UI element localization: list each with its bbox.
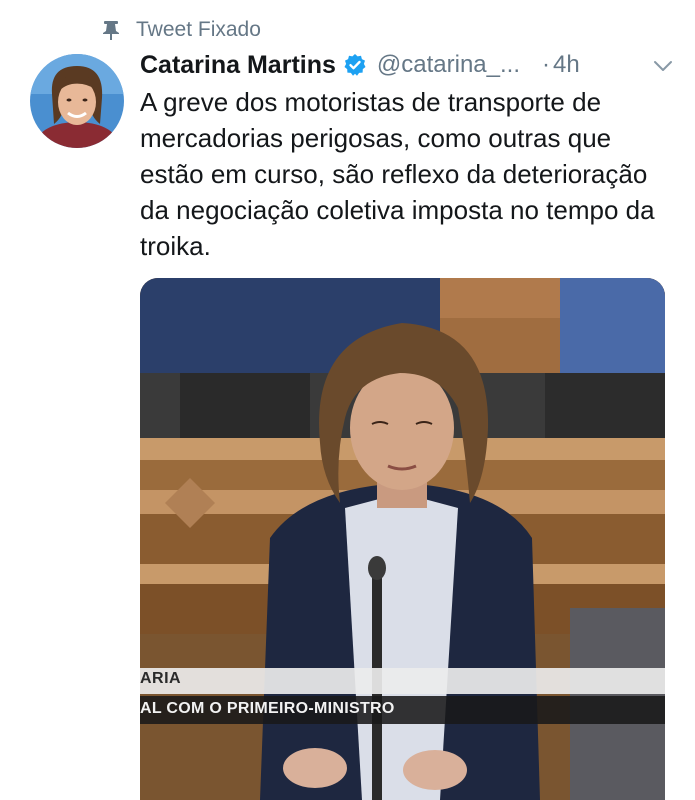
tweet-media-video[interactable]: ARIA AL COM O PRIMEIRO-MINISTRO [140, 278, 665, 800]
tweet-text: A greve dos motoristas de transporte de … [140, 87, 655, 261]
chevron-down-icon[interactable] [651, 54, 675, 78]
lower-third-caption: AL COM O PRIMEIRO-MINISTRO [140, 700, 395, 717]
author-handle[interactable]: @catarina_... [377, 51, 520, 79]
verified-badge-icon [343, 53, 367, 77]
time-separator: · [542, 51, 550, 78]
lower-third-title: ARIA [140, 670, 182, 687]
pin-icon [100, 19, 122, 41]
avatar[interactable] [30, 54, 124, 148]
author-name[interactable]: Catarina Martins [140, 51, 336, 80]
pinned-indicator: Tweet Fixado [100, 14, 261, 46]
tweet-header: Catarina Martins @catarina_... · 4h [140, 48, 675, 82]
tweet-timestamp[interactable]: 4h [553, 51, 580, 79]
pinned-label: Tweet Fixado [136, 18, 261, 41]
lower-third-title-bar [140, 668, 665, 694]
